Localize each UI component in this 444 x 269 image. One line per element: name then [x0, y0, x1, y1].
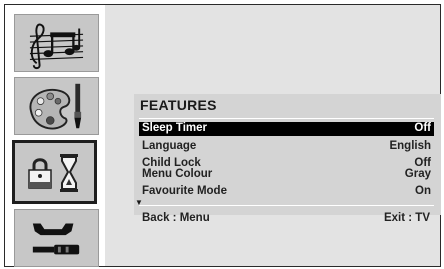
menu-title: FEATURES — [140, 97, 217, 113]
tab-features[interactable] — [12, 140, 97, 204]
menu-item-value: On — [415, 185, 431, 197]
menu-item-language[interactable]: Language English — [139, 140, 434, 154]
menu-item-label: Menu Colour — [142, 168, 213, 180]
tab-install[interactable] — [14, 209, 99, 267]
menu-item-label: Sleep Timer — [142, 122, 207, 134]
exit-hint: Exit : TV — [383, 212, 430, 224]
menu-sidebar — [5, 5, 105, 267]
tab-picture[interactable] — [14, 77, 99, 135]
lock-hourglass-icon — [28, 154, 78, 192]
menu-footer: Back : Menu Exit : TV — [139, 212, 433, 228]
menu-item-value: English — [389, 140, 431, 152]
music-notes-icon — [29, 23, 84, 70]
tab-sound[interactable] — [14, 14, 99, 72]
tv-menu-screen: FEATURES Sleep Timer Off Language Englis… — [4, 4, 441, 267]
back-hint: Back : Menu — [142, 212, 210, 224]
menu-item-sleep-timer[interactable]: Sleep Timer Off — [139, 122, 434, 136]
menu-item-favourite-mode[interactable]: Favourite Mode On — [139, 185, 434, 199]
title-divider — [139, 118, 434, 119]
wrench-screwdriver-icon — [32, 223, 80, 255]
footer-divider — [139, 205, 434, 206]
menu-item-value: Gray — [404, 168, 431, 180]
menu-item-label: Favourite Mode — [142, 185, 227, 197]
menu-item-menu-colour[interactable]: Menu Colour Gray — [139, 168, 434, 182]
menu-item-value: Off — [414, 122, 431, 134]
menu-item-label: Language — [142, 140, 197, 152]
paint-palette-icon — [29, 83, 82, 130]
features-menu-panel: FEATURES Sleep Timer Off Language Englis… — [134, 94, 441, 215]
